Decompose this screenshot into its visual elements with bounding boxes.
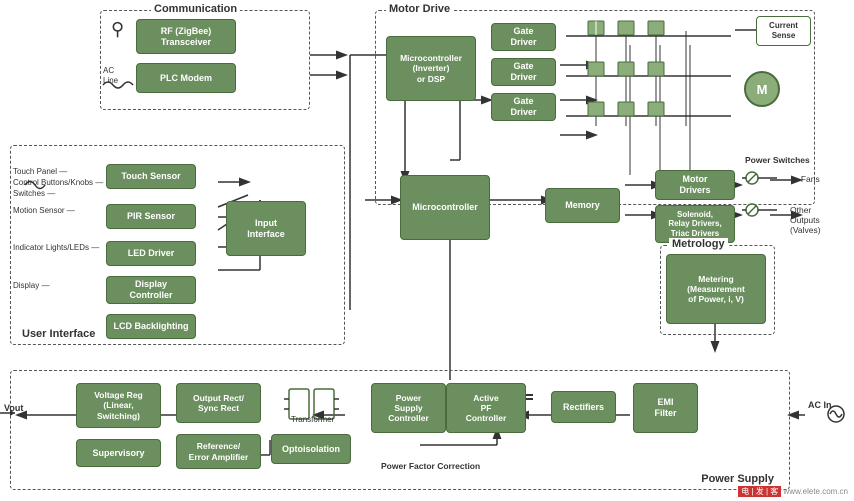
gate-driver-2-block: GateDriver (491, 58, 556, 86)
watermark: 电 | 发 | 客 www.elete.com.cn (738, 486, 848, 497)
watermark-url: www.elete.com.cn (784, 487, 848, 496)
metrology-label: Metrology (669, 238, 728, 250)
antenna-icon: ⚲ (111, 19, 124, 40)
indicator-lights-label: Indicator Lights/LEDs — (13, 243, 99, 252)
transformer-svg: Transformer (284, 384, 339, 424)
power-switches-label: Power Switches (745, 155, 810, 165)
power-supply-label: Power Supply (698, 473, 777, 485)
power-supply-section: Power Supply Voltage Reg(Linear,Switchin… (10, 370, 790, 490)
emi-filter-block: EMIFilter (633, 383, 698, 433)
touch-sensor-block: Touch Sensor (106, 164, 196, 189)
output-rect-block: Output Rect/Sync Rect (176, 383, 261, 423)
memory-block: Memory (545, 188, 620, 223)
plc-modem-block: PLC Modem (136, 63, 236, 93)
voltage-reg-block: Voltage Reg(Linear,Switching) (76, 383, 161, 428)
gate-driver-1-block: GateDriver (491, 23, 556, 51)
gate-driver-3-block: GateDriver (491, 93, 556, 121)
communication-section: Communication ⚲ RF (ZigBee) Transceiver … (100, 10, 310, 110)
pir-sensor-block: PIR Sensor (106, 204, 196, 229)
led-driver-block: LED Driver (106, 241, 196, 266)
main-diagram: Communication ⚲ RF (ZigBee) Transceiver … (0, 0, 854, 501)
pfc-label: Power Factor Correction (381, 461, 480, 471)
motion-sensor-label: Motion Sensor — (13, 206, 75, 215)
user-interface-section: User Interface Touch Sensor PIR Sensor L… (10, 145, 345, 345)
power-switch-symbols (742, 168, 782, 228)
vout-arrow (0, 406, 20, 420)
communication-label: Communication (151, 3, 240, 15)
watermark-logo: 电 | 发 | 客 (738, 486, 781, 497)
current-sense-block: CurrentSense (756, 16, 811, 46)
motor-drive-label: Motor Drive (386, 3, 453, 15)
lcd-backlighting-block: LCD Backlighting (106, 314, 196, 339)
ac-in-symbol (824, 405, 848, 423)
metering-block: Metering(Measurementof Power, i, V) (666, 254, 766, 324)
rf-transceiver-block: RF (ZigBee) Transceiver (136, 19, 236, 54)
display-label: Display — (13, 281, 49, 290)
transformer-symbol: Transformer (281, 381, 341, 426)
main-microcontroller-block: Microcontroller (400, 175, 490, 240)
power-supply-controller-block: PowerSupplyController (371, 383, 446, 433)
motor-drivers-block: MotorDrivers (655, 170, 735, 200)
fans-label: → Fans (790, 174, 820, 184)
optoisolation-block: Optoisolation (271, 434, 351, 464)
ac-wavy (101, 79, 136, 91)
active-pf-block: ActivePFController (446, 383, 526, 433)
display-controller-block: DisplayController (106, 276, 196, 304)
motor-block: M (744, 71, 780, 107)
microcontroller-inverter-block: Microcontroller(Inverter)or DSP (386, 36, 476, 101)
supervisory-block: Supervisory (76, 439, 161, 467)
switch-grid (566, 16, 736, 131)
user-interface-label: User Interface (19, 328, 98, 340)
svg-text:Transformer: Transformer (291, 415, 335, 424)
input-interface-block: InputInterface (226, 201, 306, 256)
ui-labels: Touch Panel —Control Buttons/Knobs —Swit… (13, 166, 103, 200)
other-outputs-label: OtherOutputs(Valves) (790, 205, 821, 236)
metrology-section: Metrology Metering(Measurementof Power, … (660, 245, 775, 335)
rectifiers-block: Rectifiers (551, 391, 616, 423)
reference-error-block: Reference/Error Amplifier (176, 434, 261, 469)
